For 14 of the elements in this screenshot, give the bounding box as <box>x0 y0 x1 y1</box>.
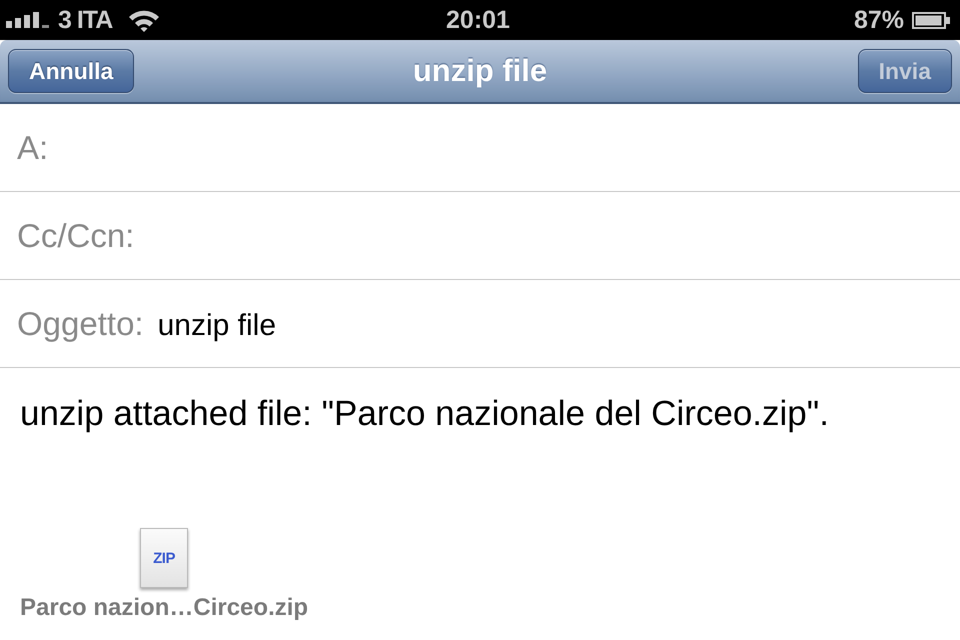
attachment-name: Parco nazion…Circeo.zip <box>20 594 308 622</box>
battery-percent: 87% <box>854 6 904 34</box>
zip-document-icon[interactable]: ZIP <box>140 528 188 588</box>
message-body-text[interactable]: unzip attached file: "Parco nazionale del Circeo.zip". <box>20 393 940 435</box>
input-field[interactable]: A: <box>0 104 960 192</box>
input-field[interactable]: Cc/Ccn: <box>0 192 960 280</box>
wifi-icon <box>128 8 160 32</box>
battery-icon <box>912 12 950 28</box>
screen-title: unzip file <box>412 53 548 89</box>
cancel-button[interactable]: Annulla <box>8 49 134 93</box>
clock-time: 20:01 <box>446 6 510 34</box>
input-field[interactable]: Oggetto: unzip file <box>0 280 960 368</box>
carrier-name: 3 ITA <box>58 6 112 34</box>
signal-bars-icon <box>6 12 50 28</box>
